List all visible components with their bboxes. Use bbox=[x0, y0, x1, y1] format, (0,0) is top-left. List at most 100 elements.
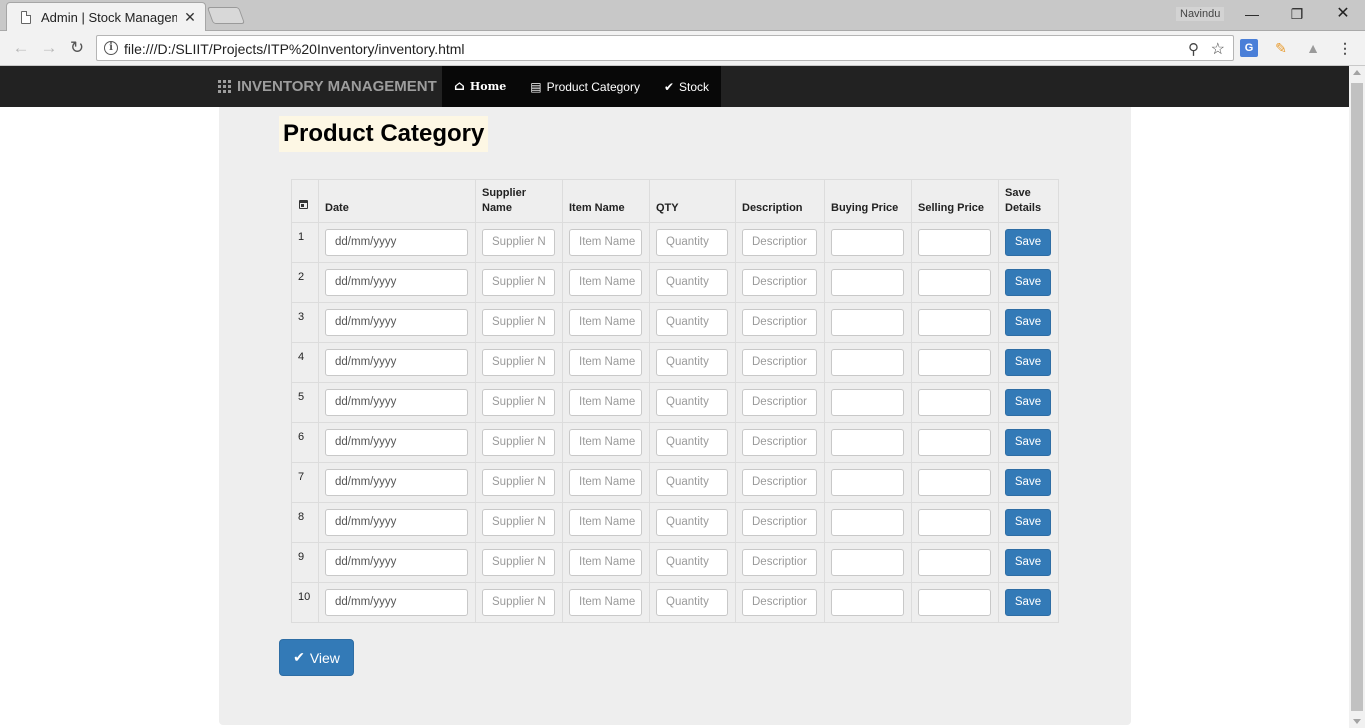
supplier-input[interactable]: Supplier N bbox=[482, 509, 555, 536]
save-button[interactable]: Save bbox=[1005, 349, 1051, 376]
reload-icon[interactable]: ↻ bbox=[66, 37, 88, 59]
chrome-menu-icon[interactable]: ⋮ bbox=[1336, 39, 1354, 57]
description-input[interactable]: Descriptior bbox=[742, 429, 817, 456]
drive-extension-icon[interactable]: ▲ bbox=[1304, 39, 1322, 57]
description-input[interactable]: Descriptior bbox=[742, 229, 817, 256]
item-input[interactable]: Item Name bbox=[569, 509, 642, 536]
selling-input[interactable] bbox=[918, 309, 991, 336]
minimize-icon[interactable]: — bbox=[1242, 4, 1262, 24]
scroll-up-icon[interactable] bbox=[1353, 70, 1361, 75]
item-input[interactable]: Item Name bbox=[569, 549, 642, 576]
supplier-input[interactable]: Supplier N bbox=[482, 549, 555, 576]
description-input[interactable]: Descriptior bbox=[742, 549, 817, 576]
description-input[interactable]: Descriptior bbox=[742, 309, 817, 336]
pencil-extension-icon[interactable]: ✎ bbox=[1272, 39, 1290, 57]
buying-input[interactable] bbox=[831, 589, 904, 616]
supplier-input[interactable]: Supplier N bbox=[482, 229, 555, 256]
date-input[interactable]: dd/mm/yyyy bbox=[325, 389, 468, 416]
buying-input[interactable] bbox=[831, 309, 904, 336]
qty-input[interactable]: Quantity bbox=[656, 469, 728, 496]
item-input[interactable]: Item Name bbox=[569, 589, 642, 616]
date-input[interactable]: dd/mm/yyyy bbox=[325, 589, 468, 616]
save-button[interactable]: Save bbox=[1005, 389, 1051, 416]
selling-input[interactable] bbox=[918, 389, 991, 416]
supplier-input[interactable]: Supplier N bbox=[482, 429, 555, 456]
nav-item-home[interactable]: ⌂ Home bbox=[442, 66, 518, 107]
qty-input[interactable]: Quantity bbox=[656, 349, 728, 376]
bookmark-star-icon[interactable]: ☆ bbox=[1211, 39, 1225, 59]
scrollbar-thumb[interactable] bbox=[1351, 83, 1363, 711]
item-input[interactable]: Item Name bbox=[569, 309, 642, 336]
tab-close-icon[interactable]: ✕ bbox=[183, 9, 197, 26]
buying-input[interactable] bbox=[831, 349, 904, 376]
profile-name[interactable]: Navindu bbox=[1176, 7, 1225, 21]
supplier-input[interactable]: Supplier N bbox=[482, 309, 555, 336]
save-button[interactable]: Save bbox=[1005, 269, 1051, 296]
save-button[interactable]: Save bbox=[1005, 309, 1051, 336]
description-input[interactable]: Descriptior bbox=[742, 509, 817, 536]
description-input[interactable]: Descriptior bbox=[742, 469, 817, 496]
date-input[interactable]: dd/mm/yyyy bbox=[325, 309, 468, 336]
supplier-input[interactable]: Supplier N bbox=[482, 589, 555, 616]
window-close-icon[interactable]: ✕ bbox=[1333, 4, 1353, 24]
selling-input[interactable] bbox=[918, 549, 991, 576]
save-button[interactable]: Save bbox=[1005, 429, 1051, 456]
address-bar[interactable]: i file:///D:/SLIIT/Projects/ITP%20Invent… bbox=[96, 35, 1234, 61]
supplier-input[interactable]: Supplier N bbox=[482, 469, 555, 496]
description-input[interactable]: Descriptior bbox=[742, 349, 817, 376]
supplier-input[interactable]: Supplier N bbox=[482, 389, 555, 416]
back-icon[interactable]: ← bbox=[10, 37, 32, 59]
save-button[interactable]: Save bbox=[1005, 509, 1051, 536]
supplier-input[interactable]: Supplier N bbox=[482, 349, 555, 376]
item-input[interactable]: Item Name bbox=[569, 349, 642, 376]
scroll-down-icon[interactable] bbox=[1353, 719, 1361, 724]
qty-input[interactable]: Quantity bbox=[656, 389, 728, 416]
translate-extension-icon[interactable]: G bbox=[1240, 39, 1258, 57]
qty-input[interactable]: Quantity bbox=[656, 429, 728, 456]
save-button[interactable]: Save bbox=[1005, 469, 1051, 496]
date-input[interactable]: dd/mm/yyyy bbox=[325, 229, 468, 256]
nav-item-product-category[interactable]: ▤ Product Category bbox=[518, 66, 652, 107]
item-input[interactable]: Item Name bbox=[569, 229, 642, 256]
selling-input[interactable] bbox=[918, 269, 991, 296]
date-input[interactable]: dd/mm/yyyy bbox=[325, 549, 468, 576]
buying-input[interactable] bbox=[831, 269, 904, 296]
qty-input[interactable]: Quantity bbox=[656, 309, 728, 336]
save-button[interactable]: Save bbox=[1005, 589, 1051, 616]
page-scrollbar[interactable] bbox=[1349, 66, 1365, 728]
info-icon[interactable]: i bbox=[104, 41, 118, 55]
selling-input[interactable] bbox=[918, 429, 991, 456]
view-button[interactable]: ✔ View bbox=[279, 639, 354, 676]
buying-input[interactable] bbox=[831, 469, 904, 496]
buying-input[interactable] bbox=[831, 509, 904, 536]
qty-input[interactable]: Quantity bbox=[656, 269, 728, 296]
item-input[interactable]: Item Name bbox=[569, 429, 642, 456]
description-input[interactable]: Descriptior bbox=[742, 589, 817, 616]
item-input[interactable]: Item Name bbox=[569, 269, 642, 296]
description-input[interactable]: Descriptior bbox=[742, 389, 817, 416]
save-button[interactable]: Save bbox=[1005, 549, 1051, 576]
save-button[interactable]: Save bbox=[1005, 229, 1051, 256]
date-input[interactable]: dd/mm/yyyy bbox=[325, 269, 468, 296]
zoom-icon[interactable]: ⚲ bbox=[1188, 40, 1199, 58]
qty-input[interactable]: Quantity bbox=[656, 509, 728, 536]
item-input[interactable]: Item Name bbox=[569, 469, 642, 496]
date-input[interactable]: dd/mm/yyyy bbox=[325, 509, 468, 536]
qty-input[interactable]: Quantity bbox=[656, 229, 728, 256]
buying-input[interactable] bbox=[831, 549, 904, 576]
date-input[interactable]: dd/mm/yyyy bbox=[325, 349, 468, 376]
buying-input[interactable] bbox=[831, 389, 904, 416]
new-tab-button[interactable] bbox=[206, 7, 246, 24]
buying-input[interactable] bbox=[831, 429, 904, 456]
buying-input[interactable] bbox=[831, 229, 904, 256]
url-text[interactable]: file:///D:/SLIIT/Projects/ITP%20Inventor… bbox=[124, 41, 465, 57]
forward-icon[interactable]: → bbox=[38, 37, 60, 59]
selling-input[interactable] bbox=[918, 349, 991, 376]
browser-tab[interactable]: Admin | Stock Manageme ✕ bbox=[6, 2, 206, 31]
qty-input[interactable]: Quantity bbox=[656, 549, 728, 576]
qty-input[interactable]: Quantity bbox=[656, 589, 728, 616]
date-input[interactable]: dd/mm/yyyy bbox=[325, 469, 468, 496]
description-input[interactable]: Descriptior bbox=[742, 269, 817, 296]
nav-item-stock[interactable]: ✔ Stock bbox=[652, 66, 721, 107]
date-input[interactable]: dd/mm/yyyy bbox=[325, 429, 468, 456]
